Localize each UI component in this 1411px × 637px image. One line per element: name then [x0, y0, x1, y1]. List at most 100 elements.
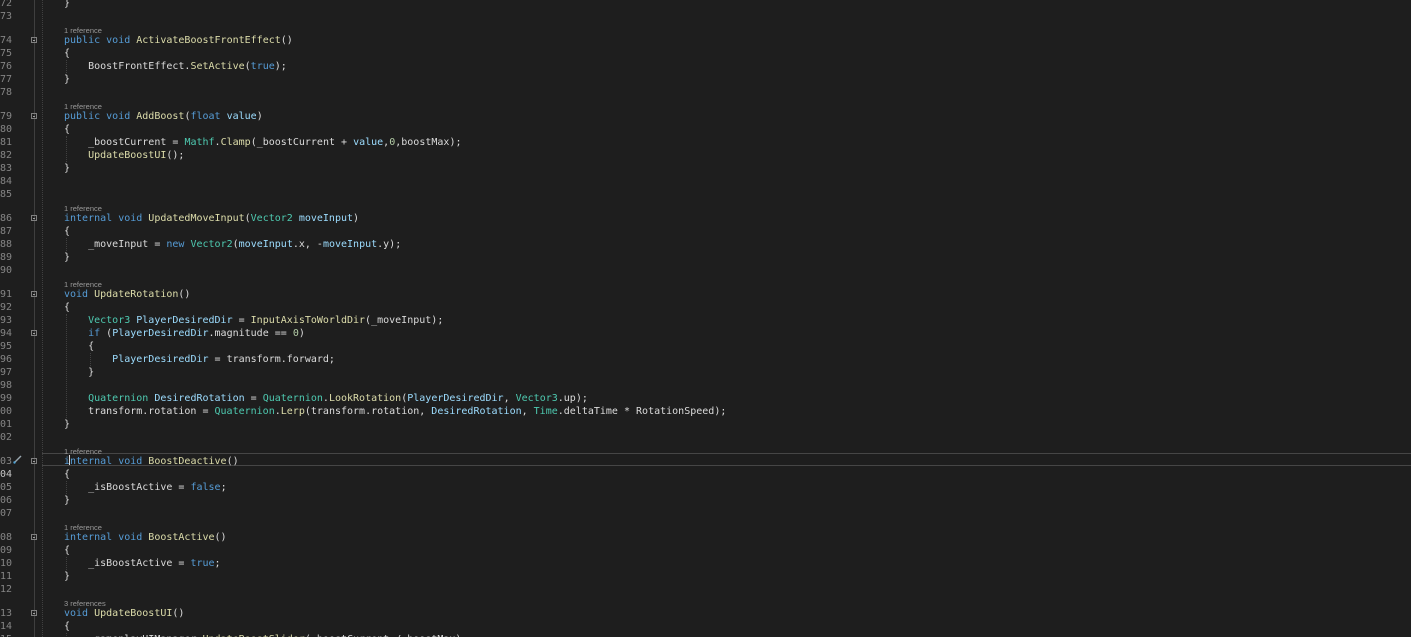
- code-text[interactable]: }: [64, 418, 70, 431]
- code-text[interactable]: {: [64, 340, 94, 353]
- code-line[interactable]: 114 {: [0, 620, 1411, 633]
- code-line[interactable]: 93 Vector3 PlayerDesiredDir = InputAxisT…: [0, 314, 1411, 327]
- code-line[interactable]: 110 _isBoostActive = true;: [0, 557, 1411, 570]
- code-text[interactable]: {: [64, 225, 70, 238]
- code-line[interactable]: 84: [0, 175, 1411, 188]
- code-text[interactable]: internal void BoostActive(): [64, 531, 227, 544]
- line-number: 106: [0, 495, 12, 506]
- code-text[interactable]: internal void UpdatedMoveInput(Vector2 m…: [64, 212, 359, 225]
- code-line[interactable]: 96 PlayerDesiredDir = transform.forward;: [0, 353, 1411, 366]
- collapse-toggle-icon[interactable]: [31, 37, 37, 43]
- code-text[interactable]: {: [64, 544, 70, 557]
- code-text[interactable]: transform.rotation = Quaternion.Lerp(tra…: [64, 405, 726, 418]
- code-line[interactable]: 77}: [0, 73, 1411, 86]
- code-text[interactable]: _boostCurrent = Mathf.Clamp(_boostCurren…: [64, 136, 461, 149]
- code-line[interactable]: 101}: [0, 418, 1411, 431]
- code-text[interactable]: internal void BoostDeactive(): [64, 455, 239, 468]
- code-token: void: [118, 532, 149, 543]
- code-text[interactable]: {: [64, 620, 70, 633]
- code-line[interactable]: 97 }: [0, 366, 1411, 379]
- code-line[interactable]: 111}: [0, 570, 1411, 583]
- code-text[interactable]: if (PlayerDesiredDir.magnitude == 0): [64, 327, 305, 340]
- code-token: BoostFrontEffect: [88, 61, 185, 72]
- code-text[interactable]: }: [64, 366, 94, 379]
- code-token: {: [64, 621, 71, 632]
- code-token: ,: [503, 393, 516, 404]
- code-token: (transform.rotation,: [304, 406, 432, 417]
- code-line[interactable]: 79 public void AddBoost(float value): [0, 110, 1411, 123]
- code-line[interactable]: 73: [0, 10, 1411, 23]
- pencil-icon[interactable]: [13, 455, 23, 464]
- code-editor[interactable]: 72} 73 1 reference 74 public void ActivateBo…: [0, 0, 1411, 637]
- code-line[interactable]: 92 {: [0, 301, 1411, 314]
- code-text[interactable]: Vector3 PlayerDesiredDir = InputAxisToWo…: [64, 314, 443, 327]
- code-line[interactable]: 100 transform.rotation = Quaternion.Lerp…: [0, 405, 1411, 418]
- code-text[interactable]: {: [64, 47, 70, 60]
- code-token: =: [172, 558, 191, 569]
- code-text[interactable]: void UpdateRotation(): [64, 288, 190, 301]
- collapse-toggle-icon[interactable]: [31, 610, 37, 616]
- code-line[interactable]: 78: [0, 86, 1411, 99]
- collapse-toggle-icon[interactable]: [31, 534, 37, 540]
- code-line[interactable]: 74 public void ActivateBoostFrontEffect(): [0, 34, 1411, 47]
- collapse-toggle-icon[interactable]: [31, 215, 37, 221]
- code-line[interactable]: 85: [0, 188, 1411, 201]
- code-text[interactable]: {: [64, 468, 70, 481]
- code-line[interactable]: 90: [0, 264, 1411, 277]
- code-line[interactable]: 99 Quaternion DesiredRotation = Quaterni…: [0, 392, 1411, 405]
- code-text[interactable]: }: [64, 251, 70, 264]
- code-text[interactable]: _isBoostActive = true;: [64, 557, 220, 570]
- code-line[interactable]: 106}: [0, 494, 1411, 507]
- code-text[interactable]: public void ActivateBoostFrontEffect(): [64, 34, 293, 47]
- code-text[interactable]: UpdateBoostUI();: [64, 149, 184, 162]
- code-text[interactable]: {: [64, 123, 70, 136]
- code-line[interactable]: 98: [0, 379, 1411, 392]
- code-line[interactable]: 86 internal void UpdatedMoveInput(Vector2…: [0, 212, 1411, 225]
- code-text[interactable]: Quaternion DesiredRotation = Quaternion.…: [64, 392, 588, 405]
- code-line[interactable]: 72}: [0, 0, 1411, 10]
- code-text[interactable]: _gameplayUIManager.UpdateBoostSlider(_bo…: [64, 633, 467, 637]
- code-line[interactable]: 88 _moveInput = new Vector2(moveInput.x,…: [0, 238, 1411, 251]
- code-line[interactable]: 112: [0, 583, 1411, 596]
- code-line[interactable]: 80 {: [0, 123, 1411, 136]
- code-text[interactable]: void UpdateBoostUI(): [64, 607, 184, 620]
- code-line[interactable]: 82 UpdateBoostUI();: [0, 149, 1411, 162]
- code-text[interactable]: PlayerDesiredDir = transform.forward;: [64, 353, 335, 366]
- code-line[interactable]: 89}: [0, 251, 1411, 264]
- code-line[interactable]: 113 void UpdateBoostUI(): [0, 607, 1411, 620]
- code-text[interactable]: }: [64, 494, 70, 507]
- code-line[interactable]: 91 void UpdateRotation(): [0, 288, 1411, 301]
- code-line[interactable]: 108 internal void BoostActive(): [0, 531, 1411, 544]
- code-line[interactable]: 76 BoostFrontEffect.SetActive(true);: [0, 60, 1411, 73]
- code-line[interactable]: 102: [0, 431, 1411, 444]
- code-text[interactable]: }: [64, 73, 70, 86]
- code-line[interactable]: 87 {: [0, 225, 1411, 238]
- line-number: 109: [0, 545, 12, 556]
- code-token: true: [190, 558, 215, 569]
- code-line[interactable]: 105 _isBoostActive = false;: [0, 481, 1411, 494]
- code-line[interactable]: 83}: [0, 162, 1411, 175]
- code-text[interactable]: }: [64, 0, 70, 10]
- code-line[interactable]: 103 internal void BoostDeactive(): [0, 455, 1411, 468]
- line-number: 89: [0, 252, 12, 263]
- code-line[interactable]: 95 {: [0, 340, 1411, 353]
- code-line[interactable]: 107: [0, 507, 1411, 520]
- code-text[interactable]: }: [64, 570, 70, 583]
- code-text[interactable]: }: [64, 162, 70, 175]
- collapse-toggle-icon[interactable]: [31, 291, 37, 297]
- code-line[interactable]: 75 {: [0, 47, 1411, 60]
- code-line[interactable]: 115 _gameplayUIManager.UpdateBoostSlider…: [0, 633, 1411, 637]
- code-text[interactable]: _moveInput = new Vector2(moveInput.x, -m…: [64, 238, 401, 251]
- code-text[interactable]: {: [64, 301, 70, 314]
- code-text[interactable]: BoostFrontEffect.SetActive(true);: [64, 60, 287, 73]
- collapse-toggle-icon[interactable]: [31, 458, 37, 464]
- code-line[interactable]: 104 {: [0, 468, 1411, 481]
- code-line[interactable]: 94 if (PlayerDesiredDir.magnitude == 0): [0, 327, 1411, 340]
- code-line[interactable]: 109 {: [0, 544, 1411, 557]
- collapse-toggle-icon[interactable]: [31, 113, 37, 119]
- line-number: 111: [0, 571, 12, 582]
- collapse-toggle-icon[interactable]: [31, 330, 37, 336]
- code-text[interactable]: public void AddBoost(float value): [64, 110, 263, 123]
- code-line[interactable]: 81 _boostCurrent = Mathf.Clamp(_boostCur…: [0, 136, 1411, 149]
- code-text[interactable]: _isBoostActive = false;: [64, 481, 227, 494]
